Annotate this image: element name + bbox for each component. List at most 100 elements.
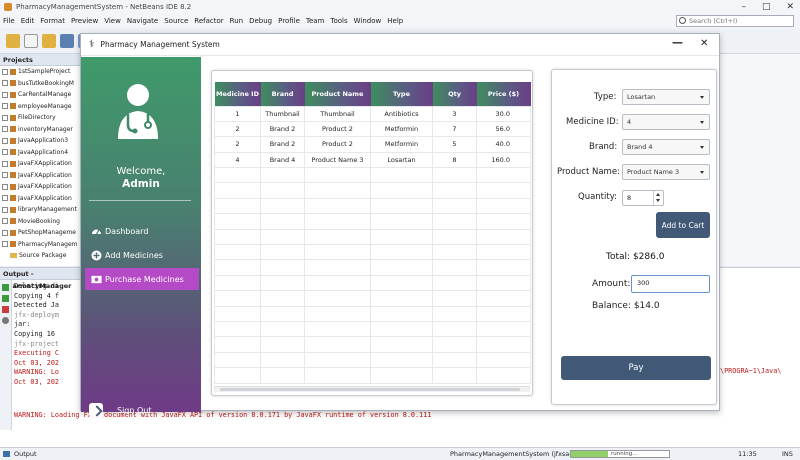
expand-icon[interactable] xyxy=(2,91,8,98)
project-tree-item[interactable]: JavaFXApplication xyxy=(0,181,81,193)
expand-icon[interactable] xyxy=(2,183,8,190)
table-row[interactable]: 1 Thumbnail Thumbnail Antibiotics 3 30.0 xyxy=(214,105,531,122)
project-tree-item[interactable]: CarRentalManage xyxy=(0,89,81,101)
column-header[interactable]: Price ($) xyxy=(476,82,531,106)
nav-purchase-medicines-button[interactable]: Purchase Medicines xyxy=(85,268,199,290)
menu-item[interactable]: Team xyxy=(306,17,325,25)
project-tree-item[interactable]: JavaFXApplication xyxy=(0,170,81,182)
project-tree-item[interactable]: 1stSampleProject xyxy=(0,66,81,78)
brand-select[interactable]: Brand 4 xyxy=(622,139,710,155)
chevron-up-icon[interactable] xyxy=(656,193,660,196)
expand-icon[interactable] xyxy=(2,114,8,121)
save-all-icon[interactable] xyxy=(60,33,74,48)
column-header[interactable]: Type xyxy=(370,82,433,106)
type-select[interactable]: Losartan xyxy=(622,89,710,105)
expand-icon[interactable] xyxy=(2,160,8,167)
project-tree-item[interactable]: employeeManage xyxy=(0,101,81,113)
table-row[interactable]: 2 Brand 2 Product 2 Metformin 7 56.0 xyxy=(214,120,531,138)
menu-item[interactable]: Window xyxy=(354,17,382,25)
admin-name: Admin xyxy=(122,178,160,190)
stop-icon[interactable] xyxy=(2,306,9,313)
new-project-icon[interactable] xyxy=(6,33,20,48)
menu-item[interactable]: Run xyxy=(230,17,243,25)
empty-cell xyxy=(304,244,371,261)
ide-maximize-icon[interactable]: □ xyxy=(762,2,771,12)
ide-search-input[interactable]: Search (Ctrl+I) xyxy=(676,15,794,27)
app-minimize-button[interactable]: — xyxy=(672,36,683,49)
menu-item[interactable]: View xyxy=(104,17,121,25)
expand-icon[interactable] xyxy=(2,68,8,75)
project-tree-item[interactable]: PharmacyManagem xyxy=(0,239,81,251)
pay-button[interactable]: Pay xyxy=(561,356,711,380)
column-header[interactable]: Product Name xyxy=(304,82,371,106)
expand-icon[interactable] xyxy=(2,218,8,225)
project-tree-item[interactable]: JavaFXApplication xyxy=(0,193,81,205)
medicine-id-select[interactable]: 4 xyxy=(622,114,710,130)
settings-icon[interactable] xyxy=(2,317,9,324)
status-output-tab[interactable]: Output xyxy=(0,450,37,458)
nav-dashboard-button[interactable]: Dashboard xyxy=(85,220,199,242)
project-tree-item[interactable]: libraryManagement xyxy=(0,204,81,216)
table-row[interactable]: 4 Brand 4 Product Name 3 Losartan 8 160.0 xyxy=(214,151,531,169)
expand-icon[interactable] xyxy=(2,103,8,110)
projects-panel-title: Projects xyxy=(0,54,81,66)
horizontal-scrollbar[interactable] xyxy=(214,386,530,392)
open-project-icon[interactable] xyxy=(42,33,56,48)
sign-out-button[interactable]: Sign Out xyxy=(89,403,152,417)
empty-cell xyxy=(370,305,433,322)
expand-icon[interactable] xyxy=(2,241,8,248)
project-tree-item[interactable]: MovieBooking xyxy=(0,216,81,228)
project-name: CarRentalManage xyxy=(18,91,72,99)
menu-item[interactable]: Source xyxy=(164,17,188,25)
table-cell: Product Name 3 xyxy=(304,151,371,169)
ide-minimize-icon[interactable]: – xyxy=(741,2,746,12)
project-tree-item[interactable]: busTutkeBookingM xyxy=(0,78,81,90)
product-name-select[interactable]: Product Name 3 xyxy=(622,164,710,180)
menu-item[interactable]: Tools xyxy=(330,17,347,25)
expand-icon[interactable] xyxy=(2,137,8,144)
expand-icon[interactable] xyxy=(2,229,8,236)
new-file-icon[interactable] xyxy=(24,33,38,48)
empty-cell xyxy=(432,367,477,384)
menu-item[interactable]: Navigate xyxy=(127,17,158,25)
rerun-icon[interactable] xyxy=(2,284,9,291)
quantity-stepper[interactable]: 8 xyxy=(622,190,664,206)
project-tree-item[interactable]: FileDirectory xyxy=(0,112,81,124)
expand-icon[interactable] xyxy=(2,195,8,202)
expand-icon[interactable] xyxy=(2,172,8,179)
expand-icon[interactable] xyxy=(2,126,8,133)
nav-add-medicines-button[interactable]: Add Medicines xyxy=(85,244,199,266)
table-row[interactable]: 2 Brand 2 Product 2 Metformin 5 40.0 xyxy=(214,136,531,153)
menu-item[interactable]: Help xyxy=(387,17,403,25)
column-header[interactable]: Brand xyxy=(260,82,305,106)
menu-item[interactable]: Profile xyxy=(278,17,300,25)
menu-item[interactable]: Preview xyxy=(71,17,98,25)
stepper-arrows[interactable] xyxy=(653,191,663,205)
project-tree-item[interactable]: PetShopManageme xyxy=(0,227,81,239)
menu-item[interactable]: Debug xyxy=(249,17,272,25)
amount-label: Amount: xyxy=(592,279,631,289)
ide-close-icon[interactable]: ✕ xyxy=(786,2,794,12)
chevron-down-icon[interactable] xyxy=(656,199,660,202)
project-tree-item[interactable]: inventoryManager xyxy=(0,124,81,136)
project-tree-item[interactable]: JavaApplication3 xyxy=(0,135,81,147)
column-header[interactable]: Qty xyxy=(432,82,477,106)
amount-input[interactable]: 300 xyxy=(631,275,710,293)
app-close-button[interactable]: ✕ xyxy=(700,38,708,49)
expand-icon[interactable] xyxy=(2,206,8,213)
empty-cell xyxy=(476,244,531,261)
run-again-icon[interactable] xyxy=(2,295,9,302)
project-tree-item[interactable]: JavaFXApplication xyxy=(0,158,81,170)
add-to-cart-button[interactable]: Add to Cart xyxy=(656,212,710,238)
project-tree-item[interactable]: JavaApplication4 xyxy=(0,147,81,159)
menu-item[interactable]: File xyxy=(3,17,15,25)
menu-item[interactable]: Refactor xyxy=(194,17,223,25)
empty-cell xyxy=(476,336,531,353)
expand-icon[interactable] xyxy=(2,149,8,156)
project-subitem[interactable]: Source Package xyxy=(0,250,81,262)
menu-item[interactable]: Format xyxy=(40,17,65,25)
menu-item[interactable]: Edit xyxy=(21,17,35,25)
column-header[interactable]: Medicine ID xyxy=(214,82,261,106)
expand-icon[interactable] xyxy=(2,80,8,87)
output-line: Oct 03, 202 xyxy=(14,358,60,367)
